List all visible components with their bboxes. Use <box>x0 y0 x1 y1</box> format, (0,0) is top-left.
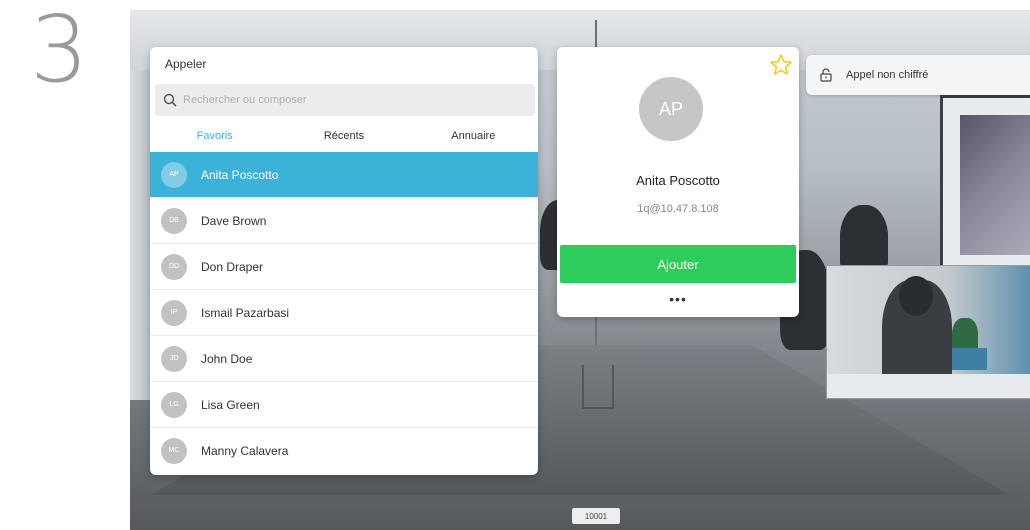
tab-annuaire[interactable]: Annuaire <box>409 121 538 151</box>
avatar: LG <box>161 391 187 418</box>
star-icon[interactable] <box>769 53 793 77</box>
encryption-label: Appel non chiffré <box>846 69 929 81</box>
card-contact-name: Anita Poscotto <box>636 173 720 188</box>
pole-base <box>582 365 614 409</box>
contact-name: John Doe <box>201 351 253 366</box>
contact-name: Ismail Pazarbasi <box>201 305 290 320</box>
contact-row[interactable]: MC Manny Calavera <box>150 427 538 473</box>
contact-name: Dave Brown <box>201 213 267 228</box>
contact-name: Lisa Green <box>201 397 260 412</box>
contact-name: Don Draper <box>201 259 264 274</box>
contact-row[interactable]: AP Anita Poscotto <box>150 152 538 197</box>
tab-favoris[interactable]: Favoris <box>150 121 279 151</box>
avatar: JD <box>161 345 187 372</box>
encryption-status: Appel non chiffré <box>806 55 1030 95</box>
avatar: DB <box>161 207 187 234</box>
card-contact-address: 1q@10.47.8.108 <box>637 203 719 215</box>
search-input[interactable] <box>181 93 515 107</box>
contact-row[interactable]: DD Don Draper <box>150 243 538 289</box>
lock-icon <box>820 68 832 82</box>
tab-recents[interactable]: Récents <box>279 121 408 151</box>
contact-row[interactable]: LG Lisa Green <box>150 381 538 427</box>
call-panel: Appeler Favoris Récents Annuaire AP Anit… <box>150 47 538 475</box>
avatar: IP <box>161 299 187 326</box>
search-icon <box>163 93 177 107</box>
avatar: AP <box>639 77 703 141</box>
add-button[interactable]: Ajouter <box>560 245 796 283</box>
self-view-desk <box>827 374 1030 398</box>
search-box[interactable] <box>155 84 535 116</box>
contact-row[interactable]: DB Dave Brown <box>150 197 538 243</box>
tabs: Favoris Récents Annuaire <box>150 121 538 151</box>
contact-name: Anita Poscotto <box>201 167 279 182</box>
self-view-video <box>826 265 1030 399</box>
wall-picture-image <box>960 115 1030 255</box>
avatar: DD <box>161 253 187 280</box>
contact-list: AP Anita Poscotto DB Dave Brown DD Don D… <box>150 152 538 473</box>
contact-row[interactable]: IP Ismail Pazarbasi <box>150 289 538 335</box>
more-icon[interactable]: ••• <box>557 291 799 307</box>
contact-row[interactable]: JD John Doe <box>150 335 538 381</box>
call-id-badge: 10001 <box>572 508 620 524</box>
self-view-plant-pot <box>947 348 987 370</box>
step-number: 3 <box>30 0 89 103</box>
panel-title: Appeler <box>165 57 207 71</box>
contact-name: Manny Calavera <box>201 443 289 458</box>
avatar: MC <box>161 437 187 464</box>
contact-card: AP Anita Poscotto 1q@10.47.8.108 Ajouter… <box>557 47 799 317</box>
avatar: AP <box>161 161 187 188</box>
self-view-head <box>899 276 933 316</box>
